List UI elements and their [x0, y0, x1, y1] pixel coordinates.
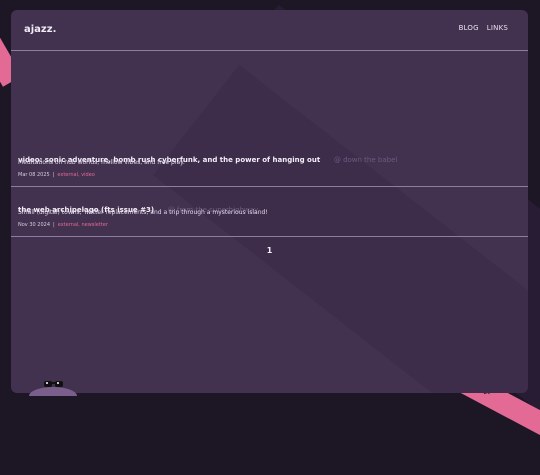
main-nav: BLOG LINKS	[459, 24, 508, 32]
post-meta: Nov 30 2024 | external, newsletter	[18, 222, 108, 228]
post-date: Mar 08 2025	[18, 172, 50, 178]
post-tags[interactable]: external, video	[57, 172, 94, 178]
nav-links-link[interactable]: LINKS	[487, 24, 508, 32]
site-logo[interactable]: ajazz.	[24, 24, 56, 35]
content-panel: ajazz. BLOG LINKS video: sonic adventure…	[11, 10, 528, 393]
post-meta: Mar 08 2025 | external, video	[18, 172, 95, 178]
pagination: 1	[11, 246, 528, 255]
post-item: the web archipelago (fts issue #3) @ fro…	[11, 192, 528, 237]
post-description: Small (digital) towns, Twitter replaceme…	[18, 209, 268, 216]
post-tags[interactable]: external, newsletter	[58, 222, 108, 228]
nav-blog-link[interactable]: BLOG	[459, 24, 479, 32]
site-header: ajazz. BLOG LINKS	[11, 10, 528, 51]
mascot-sunglasses-icon	[29, 381, 77, 396]
post-item: video: sonic adventure, bomb rush cyberf…	[11, 142, 528, 187]
post-date: Nov 30 2024	[18, 222, 51, 228]
page-number-current[interactable]: 1	[267, 246, 273, 255]
post-description: Meditations on hub worlds, mellow vibes,…	[18, 159, 185, 166]
meta-separator: |	[53, 222, 55, 228]
meta-separator: |	[52, 172, 55, 178]
post-source: @ down the babel	[333, 156, 398, 164]
